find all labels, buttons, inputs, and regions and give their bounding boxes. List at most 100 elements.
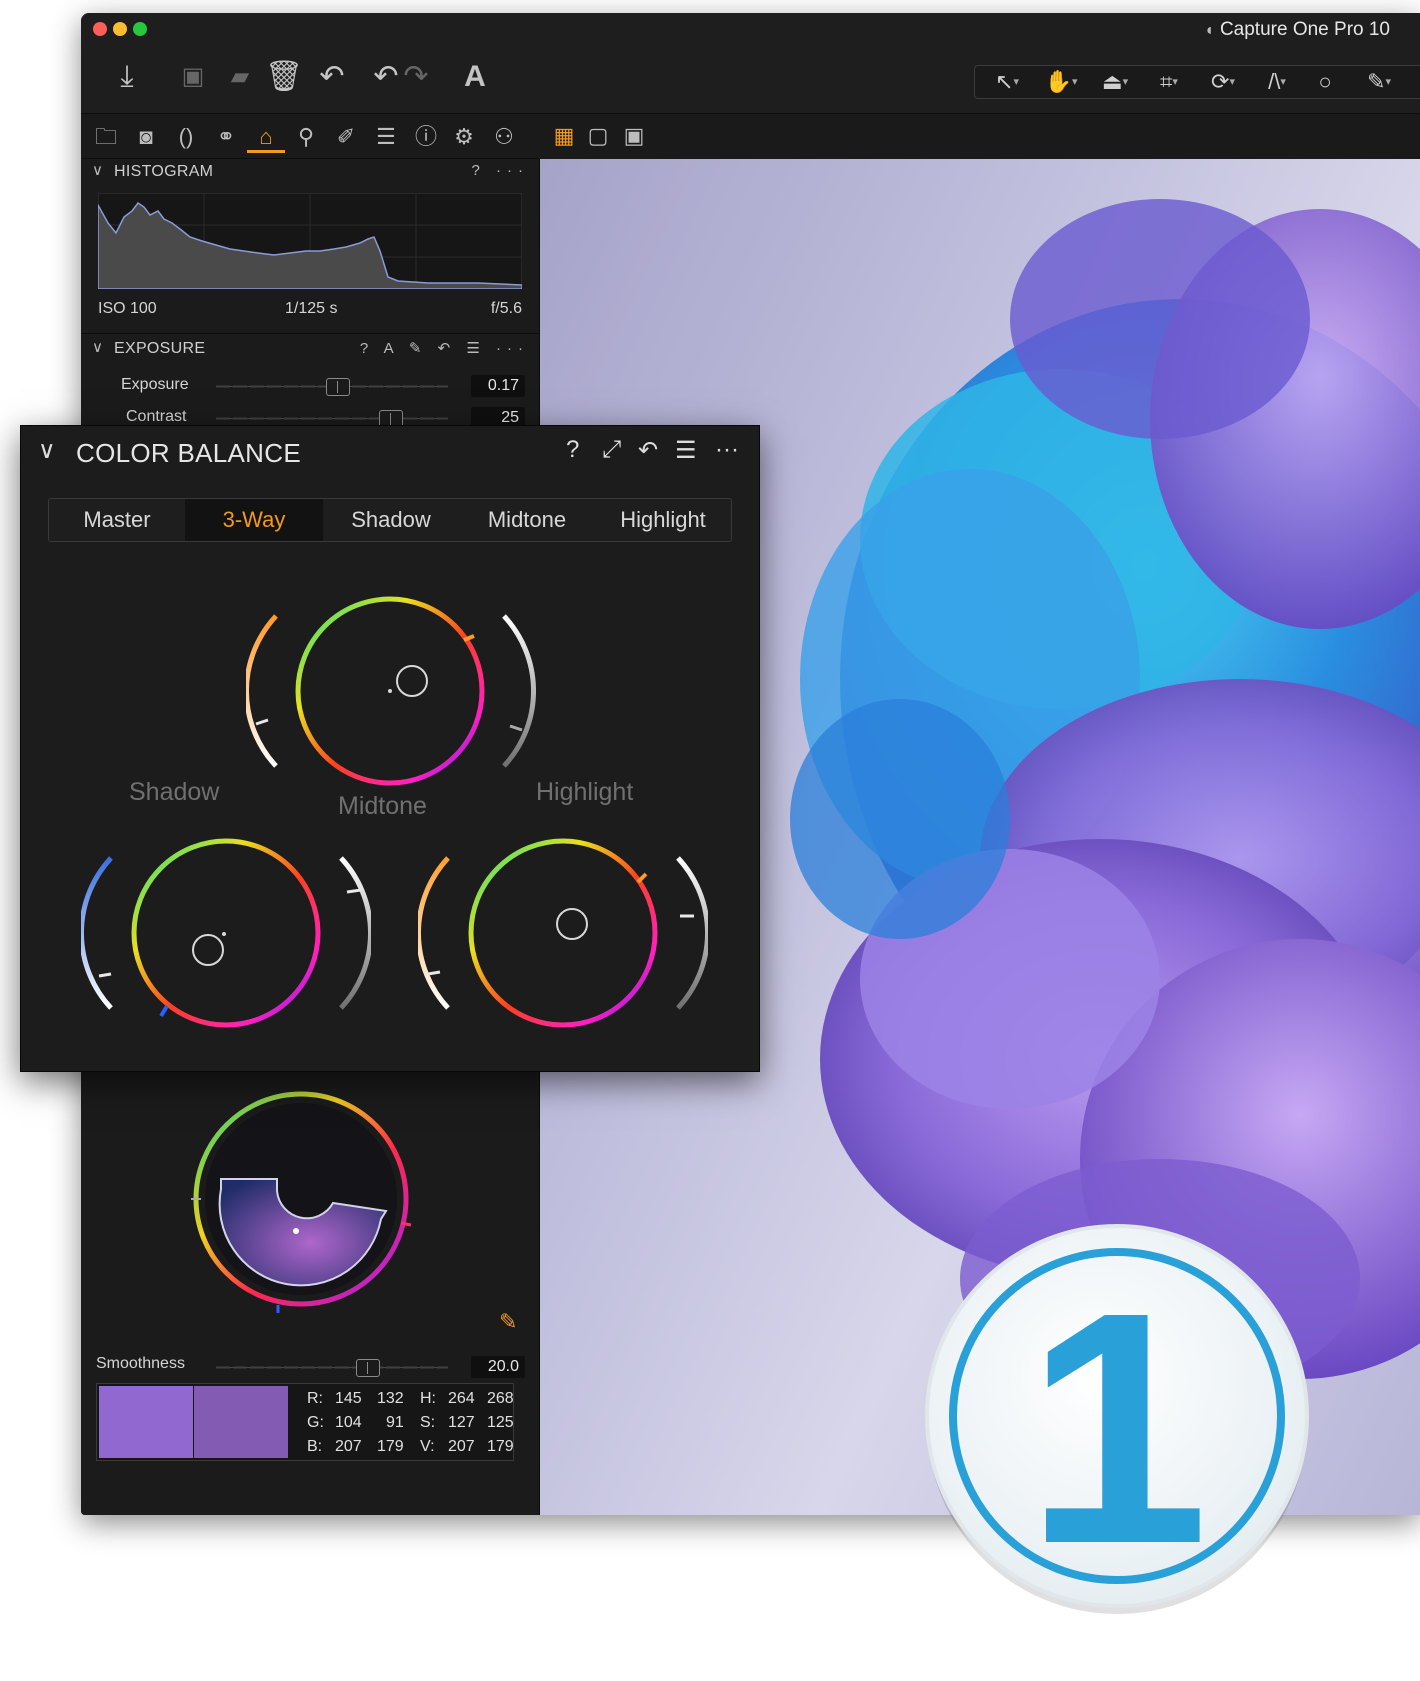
presets-menu-icon[interactable]: ☰: [675, 436, 697, 465]
picker-icon[interactable]: ⏏▾: [1091, 66, 1139, 98]
copy-apply-icon[interactable]: ⤢: [602, 436, 621, 464]
chevron-down-icon: ∨: [38, 437, 56, 464]
color-swatch-table: R: 145 132 H: 264 268 G: 104 91 S: 127 1…: [96, 1383, 514, 1461]
b-adjusted: 179: [377, 1438, 404, 1455]
highlight-color-wheel[interactable]: [418, 828, 708, 1038]
original-color-swatch: [99, 1386, 193, 1458]
v-original: 207: [448, 1438, 475, 1455]
more-options-icon[interactable]: ···: [715, 436, 739, 464]
smoothness-slider[interactable]: [216, 1359, 448, 1377]
info-icon[interactable]: ⓘ: [407, 121, 445, 153]
minimize-window-button[interactable]: [113, 22, 127, 36]
histogram-title: HISTOGRAM: [114, 163, 214, 180]
histogram-header[interactable]: ∨ HISTOGRAM ? ···: [81, 159, 539, 185]
g-label: G:: [307, 1414, 324, 1431]
s-adjusted: 125: [487, 1414, 514, 1431]
h-original: 264: [448, 1390, 475, 1407]
details-icon[interactable]: ⚲: [287, 121, 325, 153]
metadata-icon[interactable]: ☰: [367, 121, 405, 153]
g-original: 104: [335, 1414, 362, 1431]
help-icon[interactable]: ?: [566, 436, 579, 464]
exposure-title: EXPOSURE: [114, 340, 206, 357]
rotate-icon[interactable]: ⟳▾: [1199, 66, 1247, 98]
color-balance-panel: ∨ COLOR BALANCE ? ⤢ ↶ ☰ ··· Master 3-Way…: [20, 425, 760, 1072]
midtone-color-wheel[interactable]: [246, 586, 536, 796]
h-adjusted: 268: [487, 1390, 514, 1407]
midtone-wheel-label: Midtone: [338, 792, 427, 820]
divider: [81, 333, 539, 334]
tab-master[interactable]: Master: [49, 499, 185, 541]
color-icon[interactable]: ⚭: [207, 121, 245, 153]
close-window-button[interactable]: [93, 22, 107, 36]
exposure-value-field[interactable]: 0.17: [471, 375, 525, 397]
exposure-label: Exposure: [121, 376, 189, 393]
tool-tabs: 🗀 ◙ () ⚭ ⌂ ⚲ ✐ ☰ ⓘ ⚙ ⚇: [81, 114, 539, 159]
chevron-down-icon: ∨: [92, 339, 103, 356]
smoothness-value-field[interactable]: 20.0: [471, 1356, 525, 1378]
circle-mask-icon[interactable]: ○: [1301, 66, 1349, 98]
settings-icon[interactable]: ⚙: [445, 121, 483, 153]
main-toolbar: ⤓ ▣ ▰ 🗑 ↶ ↶ ↷ A ↖▾ ✋▾ ⏏▾ ⌗▾ ⟳▾ /\▾ ○ ✎▾: [81, 43, 1420, 114]
reset-icon[interactable]: ↶: [638, 436, 658, 465]
contrast-slider[interactable]: [216, 410, 448, 428]
logo-digit: 1: [1025, 1243, 1209, 1612]
eyedropper-icon[interactable]: ✎: [499, 1309, 517, 1335]
histogram-tools[interactable]: ? ···: [472, 162, 530, 179]
trash-icon[interactable]: 🗑: [264, 57, 304, 97]
text-icon[interactable]: A: [455, 57, 495, 97]
tab-shadow[interactable]: Shadow: [323, 499, 459, 541]
color-balance-title: COLOR BALANCE: [76, 438, 301, 468]
r-label: R:: [307, 1390, 323, 1407]
v-label: V:: [420, 1438, 435, 1455]
h-label: H:: [420, 1390, 436, 1407]
tab-3-way[interactable]: 3-Way: [185, 499, 323, 541]
single-view-icon[interactable]: ▢: [584, 123, 612, 149]
r-original: 145: [335, 1390, 362, 1407]
window-title: ◖ Capture One Pro 10: [1204, 19, 1390, 41]
capture-one-logo-icon: 1: [925, 1224, 1309, 1614]
brush-icon[interactable]: ✎▾: [1355, 66, 1403, 98]
tab-highlight[interactable]: Highlight: [595, 499, 731, 541]
v-adjusted: 179: [487, 1438, 514, 1455]
exposure-tools[interactable]: ? A ✎ ↶ ☰ ···: [360, 339, 529, 357]
window-title-text: Capture One Pro 10: [1219, 19, 1390, 40]
import-icon[interactable]: ⤓: [107, 57, 147, 97]
lens-icon[interactable]: (): [167, 121, 205, 153]
exposure-header[interactable]: ∨ EXPOSURE ? A ✎ ↶ ☰ ···: [81, 336, 539, 362]
smoothness-slider-knob[interactable]: [355, 1359, 380, 1377]
app-small-icon: ◖: [1204, 22, 1214, 39]
export-icon[interactable]: ▰: [220, 57, 260, 97]
compare-view-icon[interactable]: ▣: [620, 123, 648, 149]
zoom-window-button[interactable]: [133, 22, 147, 36]
redo-icon[interactable]: ↷: [396, 57, 436, 97]
library-icon[interactable]: 🗀: [87, 121, 125, 153]
color-editor-wheel[interactable]: [181, 1079, 421, 1319]
exposure-slider-knob[interactable]: [325, 378, 350, 396]
title-bar: ◖ Capture One Pro 10: [81, 13, 1420, 43]
tab-midtone[interactable]: Midtone: [459, 499, 595, 541]
color-balance-mode-tabs: Master 3-Way Shadow Midtone Highlight: [48, 498, 732, 542]
histogram-graph: [98, 193, 522, 289]
smoothness-label: Smoothness: [96, 1355, 185, 1372]
contrast-label: Contrast: [126, 408, 187, 425]
local-adjust-icon[interactable]: ✐: [327, 121, 365, 153]
grid-view-icon[interactable]: ▦: [550, 123, 578, 149]
r-adjusted: 132: [377, 1390, 404, 1407]
iso-value: ISO 100: [98, 300, 157, 317]
s-label: S:: [420, 1414, 436, 1431]
b-label: B:: [307, 1438, 323, 1455]
exposure-icon[interactable]: ⌂: [247, 121, 285, 153]
select-cursor-icon[interactable]: ↖▾: [983, 66, 1031, 98]
cursor-tools-group: ↖▾ ✋▾ ⏏▾ ⌗▾ ⟳▾ /\▾ ○ ✎▾: [974, 65, 1420, 99]
capture-icon[interactable]: ◙: [127, 121, 165, 153]
shadow-color-wheel[interactable]: [81, 828, 371, 1038]
pan-hand-icon[interactable]: ✋▾: [1037, 66, 1085, 98]
exposure-slider[interactable]: [216, 378, 448, 396]
keystone-icon[interactable]: /\▾: [1253, 66, 1301, 98]
view-mode-bar: ▦ ▢ ▣: [540, 114, 1420, 158]
crop-icon[interactable]: ⌗▾: [1145, 66, 1193, 98]
undo-icon[interactable]: ↶: [312, 57, 352, 97]
camera-icon[interactable]: ▣: [173, 57, 213, 97]
color-balance-header[interactable]: ∨ COLOR BALANCE ? ⤢ ↶ ☰ ···: [21, 426, 759, 476]
batch-icon[interactable]: ⚇: [485, 121, 523, 153]
